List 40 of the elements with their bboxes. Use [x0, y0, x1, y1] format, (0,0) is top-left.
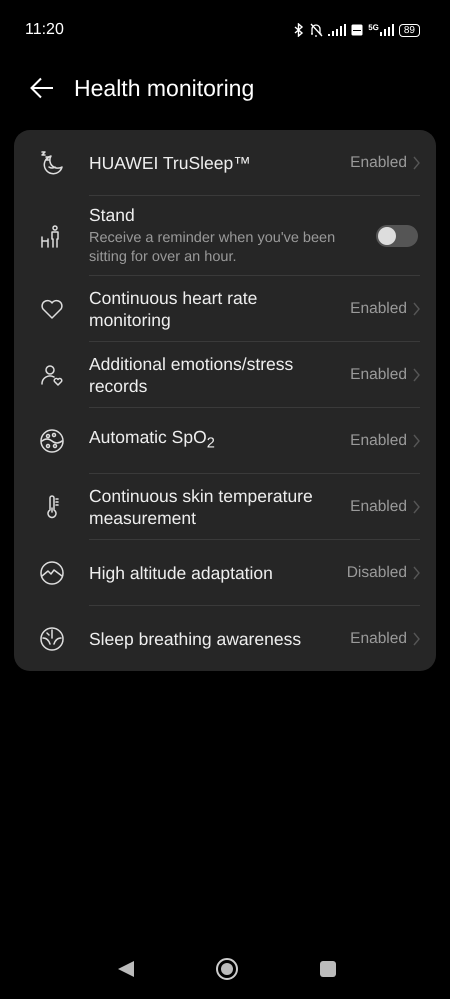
signal-icon [328, 24, 346, 36]
setting-title: Automatic SpO$_{2}$ [89, 426, 216, 454]
back-icon[interactable] [30, 77, 54, 99]
setting-title: Stand [89, 204, 136, 226]
setting-value[interactable]: Enabled [350, 498, 407, 516]
muted-bell-icon [309, 23, 324, 37]
setting-value[interactable]: Disabled [346, 564, 407, 582]
toggle-switch[interactable] [376, 224, 418, 246]
chevron-icon[interactable] [413, 632, 420, 646]
chevron-icon[interactable] [413, 156, 420, 170]
setting-description: Receive a reminder when you've been sitting for over an hour. [89, 229, 336, 267]
setting-title: High altitude adaptation [89, 562, 274, 584]
setting-title: Continuous skin temperature measurement [89, 484, 314, 528]
signal-icon [380, 24, 394, 36]
setting-value[interactable]: Enabled [350, 630, 407, 648]
setting-value[interactable]: Enabled [350, 432, 407, 450]
chevron-icon[interactable] [413, 500, 420, 514]
page-title: Health monitoring [74, 74, 254, 102]
battery-level: 89 [398, 24, 420, 36]
setting-title: Sleep breathing awareness [89, 628, 302, 650]
chevron-icon[interactable] [413, 566, 420, 580]
setting-value[interactable]: Enabled [350, 154, 407, 172]
mountain-circle-icon [39, 560, 65, 586]
status-time: 11:20 [25, 21, 64, 39]
home-icon[interactable] [215, 957, 239, 981]
network-label: 5G [368, 23, 379, 32]
setting-value[interactable]: Enabled [350, 300, 407, 318]
chevron-icon[interactable] [413, 302, 420, 316]
recents-icon[interactable] [319, 960, 337, 978]
moon-icon [39, 150, 65, 176]
back-icon[interactable] [117, 960, 135, 978]
setting-value[interactable]: Enabled [350, 366, 407, 384]
chevron-icon[interactable] [413, 434, 420, 448]
chevron-icon[interactable] [413, 368, 420, 382]
cells-circle-icon [39, 428, 65, 454]
setting-title: HUAWEI TruSleep™ [89, 152, 252, 174]
setting-title: Additional emotions/stress records [89, 352, 294, 396]
setting-title: Continuous heart rate monitoring [89, 286, 258, 330]
lungs-circle-icon [39, 626, 65, 652]
bluetooth-icon [294, 23, 304, 37]
